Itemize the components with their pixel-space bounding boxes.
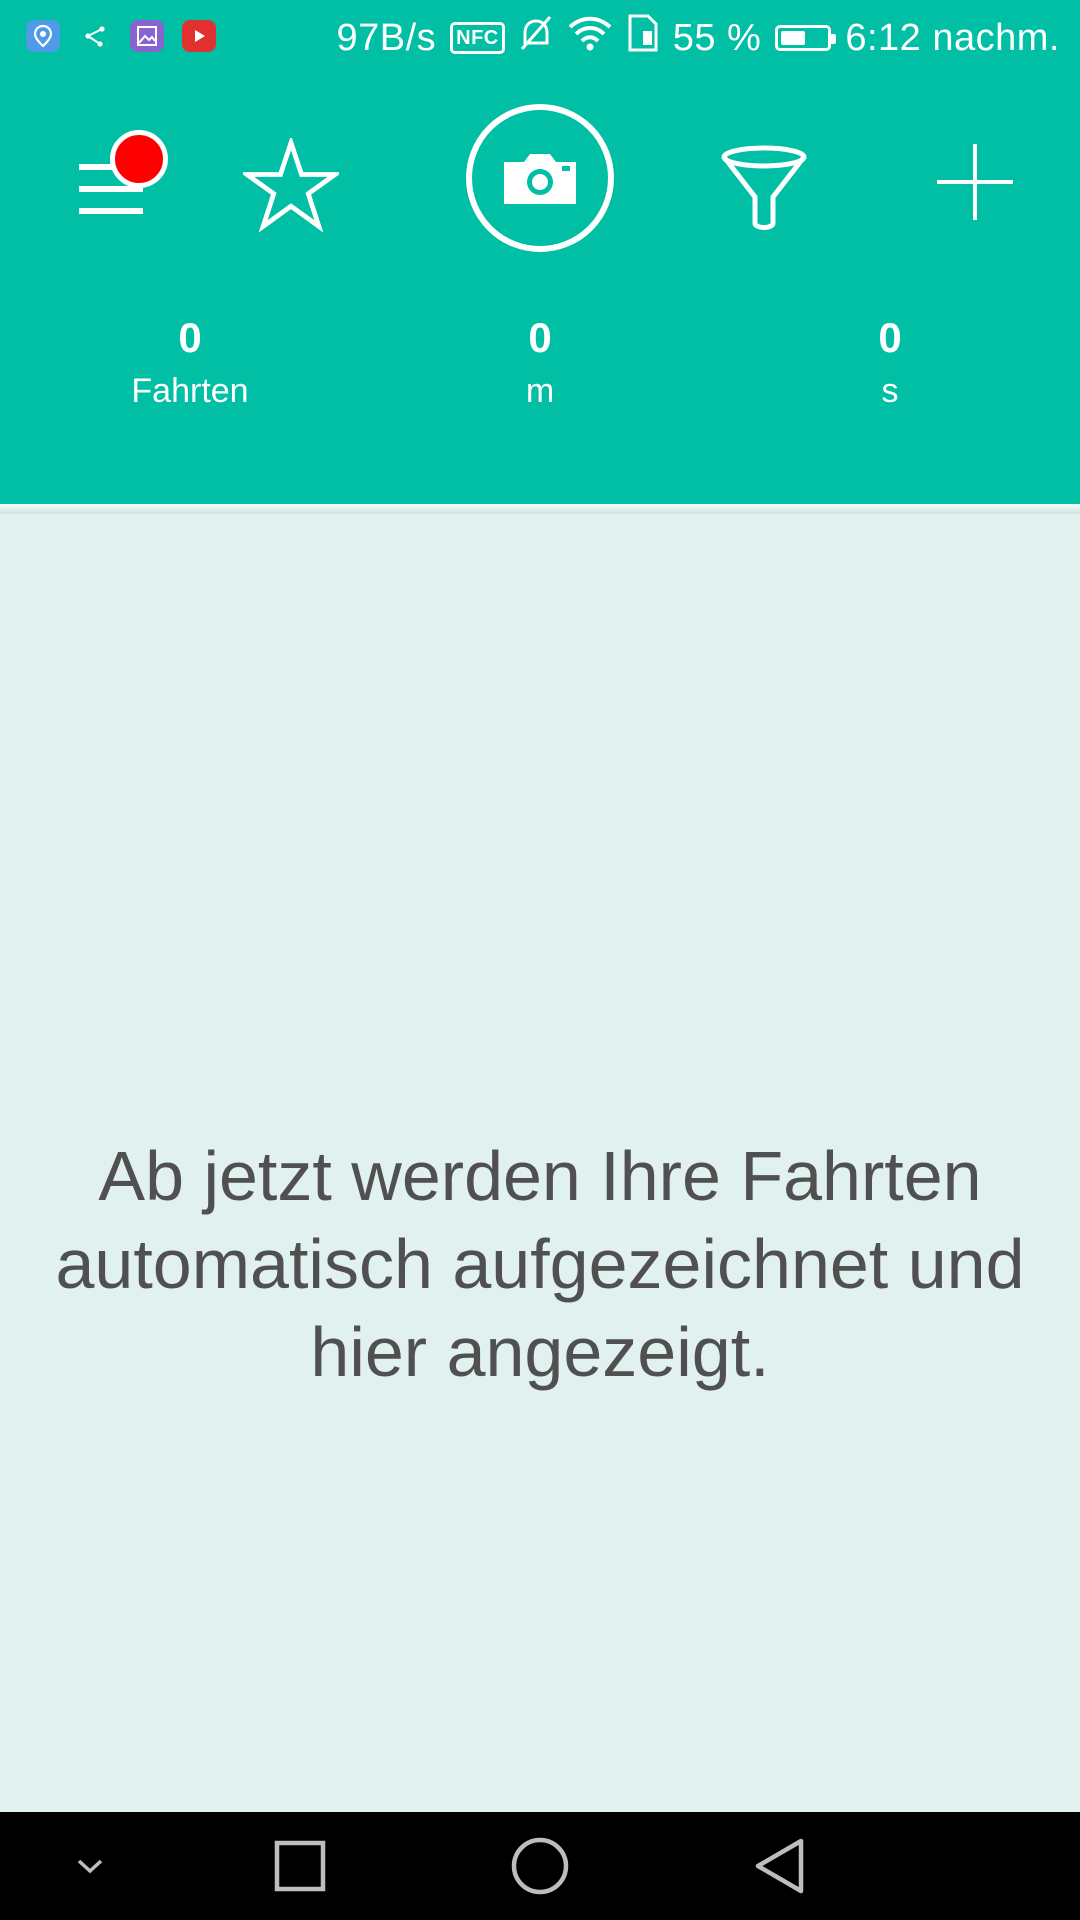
stat-distance: 0 m xyxy=(410,312,670,416)
clock: 6:12 nachm. xyxy=(845,16,1060,59)
menu-button[interactable] xyxy=(52,130,172,244)
stat-trips: 0 Fahrten xyxy=(60,312,320,416)
star-icon xyxy=(243,138,339,233)
stat-time-label: s xyxy=(881,372,899,410)
home-icon xyxy=(511,1837,569,1895)
battery-level xyxy=(781,31,806,45)
stat-time-value: 0 xyxy=(878,314,902,361)
collapse-chevron-icon xyxy=(77,1859,103,1874)
stat-time: 0 s xyxy=(760,312,1020,416)
home-button[interactable] xyxy=(480,1812,600,1920)
filter-icon xyxy=(721,145,807,230)
camera-button[interactable] xyxy=(466,104,614,252)
back-button[interactable] xyxy=(720,1812,840,1920)
notification-icons xyxy=(26,18,216,54)
gallery-icon xyxy=(130,20,164,52)
camera-icon xyxy=(504,154,576,204)
navigation-bar xyxy=(0,1812,1080,1920)
share-graph-icon xyxy=(78,20,112,52)
stat-distance-value: 0 xyxy=(528,314,552,361)
recents-icon xyxy=(274,1840,326,1892)
stat-trips-value: 0 xyxy=(178,314,202,361)
add-button[interactable] xyxy=(930,132,1020,232)
collapse-nav-button[interactable] xyxy=(30,1812,150,1920)
status-indicators: 97B/s NFC 55 % 6:12 nachm. xyxy=(336,12,1060,64)
empty-state-message: Ab jetzt werden Ihre Fahrten automatisch… xyxy=(55,1137,1025,1391)
network-speed: 97B/s xyxy=(336,16,437,59)
mute-icon xyxy=(519,13,553,63)
nfc-icon: NFC xyxy=(450,22,505,54)
header-divider xyxy=(0,504,1080,514)
stat-distance-label: m xyxy=(525,372,555,410)
app-header: 0 Fahrten 0 m 0 s xyxy=(0,76,1080,504)
battery-percent: 55 % xyxy=(672,16,762,59)
recents-button[interactable] xyxy=(240,1812,360,1920)
wifi-icon xyxy=(567,15,613,61)
favorites-button[interactable] xyxy=(236,128,346,244)
sim-icon xyxy=(627,13,659,63)
notification-badge xyxy=(110,130,168,188)
filter-button[interactable] xyxy=(712,132,816,240)
plus-icon xyxy=(937,144,1013,220)
youtube-icon xyxy=(182,20,216,52)
location-pin-icon xyxy=(26,20,60,52)
battery-icon xyxy=(775,25,837,51)
back-icon xyxy=(755,1838,804,1894)
status-bar: 97B/s NFC 55 % 6:12 nachm. xyxy=(0,0,1080,76)
stat-trips-label: Fahrten xyxy=(131,372,249,410)
